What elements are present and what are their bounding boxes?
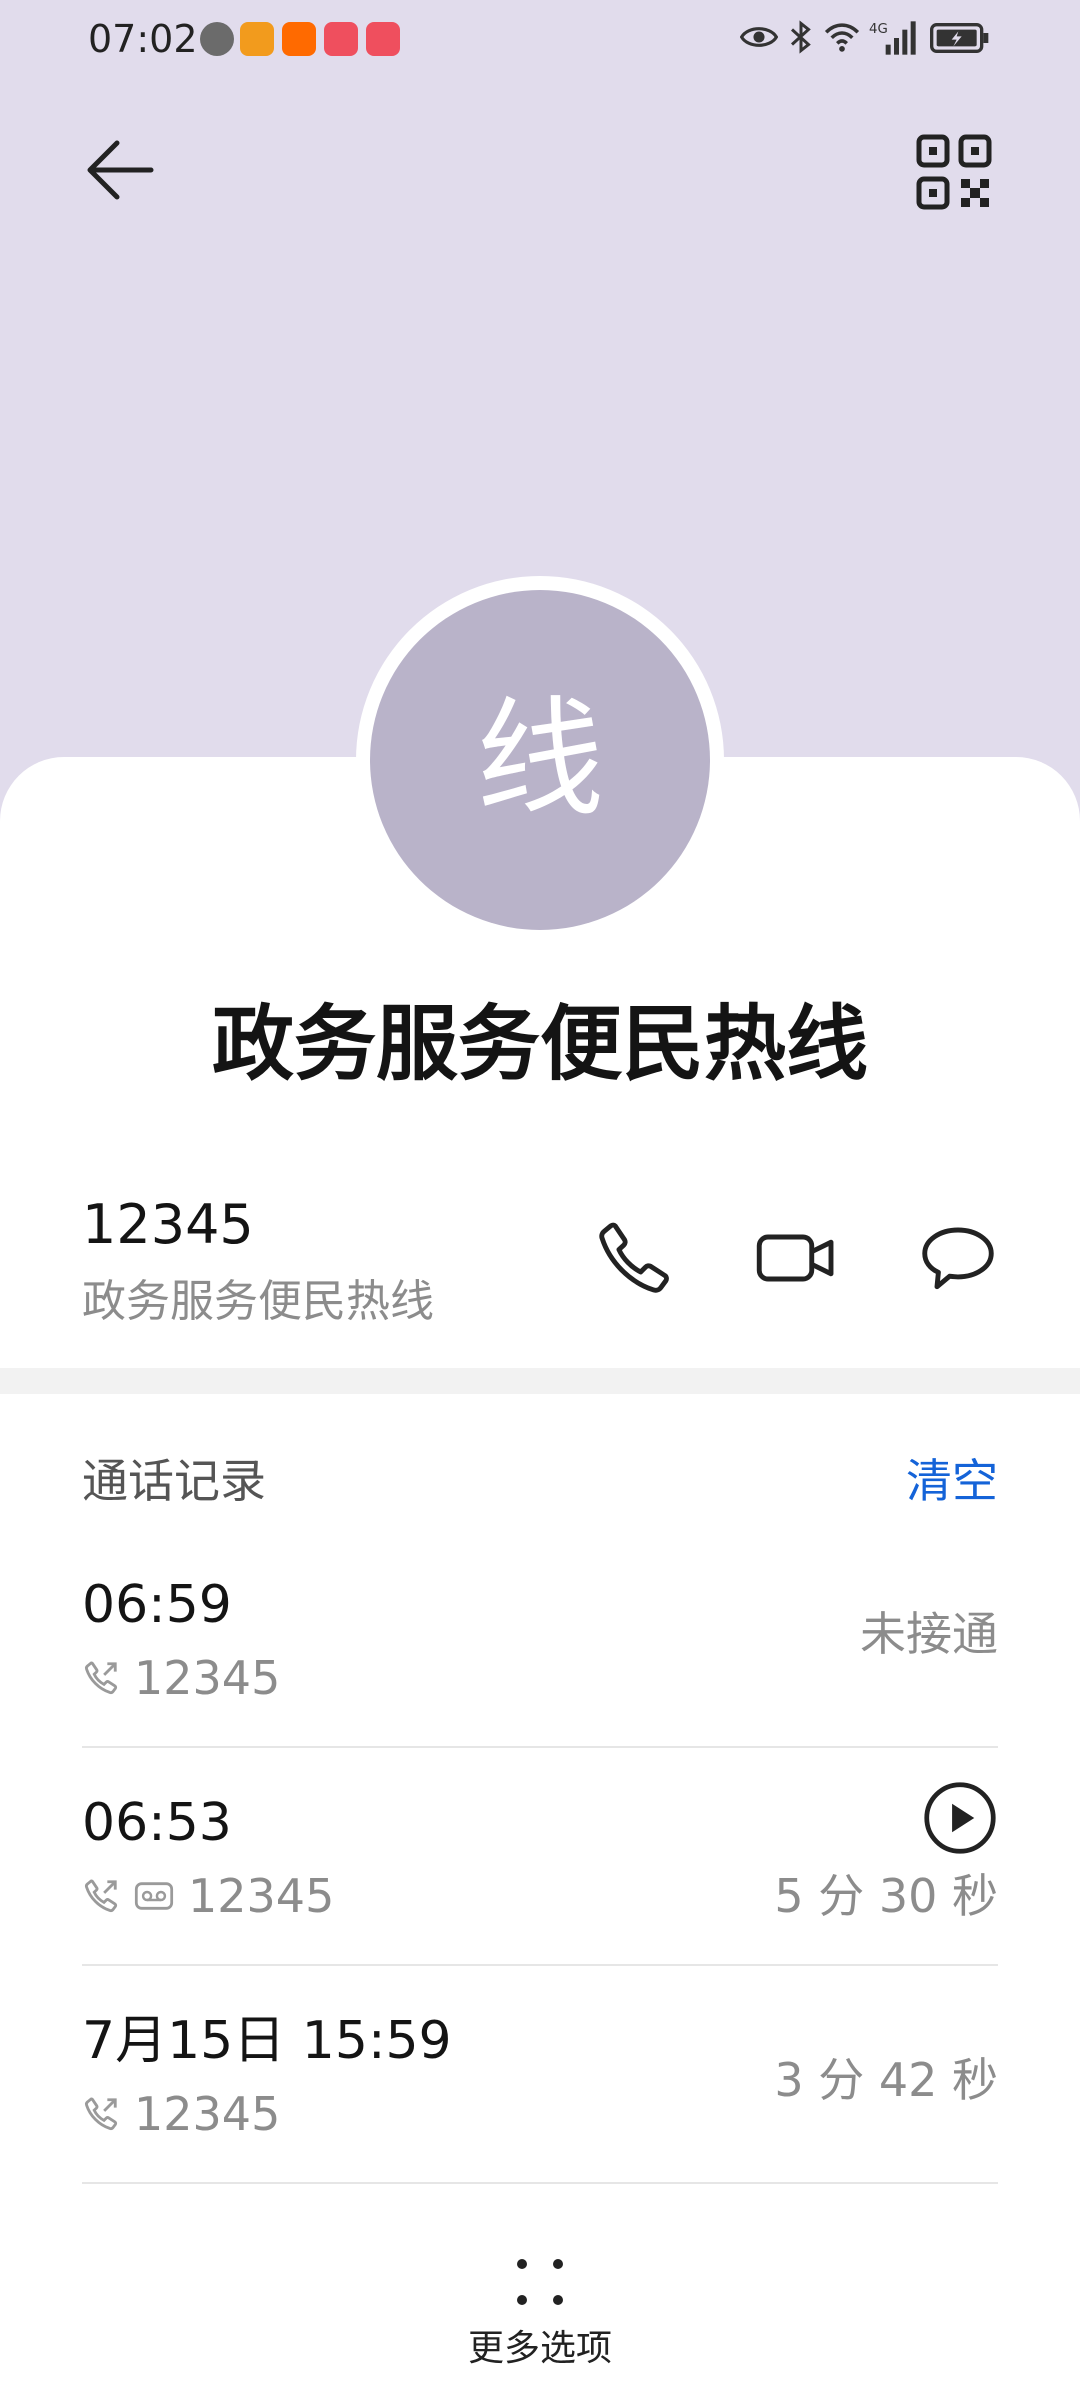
phone-number-label: 政务服务便民热线 [82, 1276, 434, 1327]
qr-code-button[interactable] [916, 134, 992, 210]
outgoing-call-icon [84, 1661, 118, 1695]
arrow-left-icon [87, 140, 154, 200]
more-options-button[interactable]: 更多选项 [440, 2240, 640, 2390]
contact-name: 政务服务便民热线 [211, 997, 868, 1092]
video-call-button[interactable] [754, 1216, 838, 1300]
four-dots-icon [517, 2259, 563, 2305]
clear-call-log-button[interactable]: 清空 [906, 1450, 998, 1512]
status-time: 07:02 [88, 17, 198, 61]
taobao-notification-icon [282, 22, 316, 56]
call-time: 06:59 [82, 1575, 232, 1635]
call-duration: 5 分 30 秒 [774, 1869, 998, 1923]
call-log-title: 通话记录 [82, 1454, 266, 1508]
call-detail: 12345 [82, 2082, 280, 2146]
call-button[interactable] [592, 1216, 676, 1300]
phone-icon [599, 1222, 669, 1293]
bluetooth-icon [790, 20, 811, 54]
call-time: 7月15日 15:59 [82, 2011, 452, 2071]
call-status: 未接通 [860, 1607, 998, 1661]
section-divider [0, 1368, 1080, 1394]
outgoing-call-icon [84, 1879, 118, 1913]
eye-icon [740, 27, 778, 47]
call-log-row[interactable]: 06:53 12345 5 分 30 秒 [82, 1748, 998, 1966]
avatar-initial: 线 [475, 685, 604, 834]
huawei-notification-icon [324, 22, 358, 56]
huawei-notification-icon [366, 22, 400, 56]
phone-number[interactable]: 12345 [82, 1190, 254, 1260]
status-bar: 07:02 4G [0, 0, 1080, 76]
more-options-label: 更多选项 [467, 2328, 612, 2369]
battery-icon [930, 23, 989, 53]
back-button[interactable] [78, 128, 162, 212]
qr-code-icon [916, 134, 992, 210]
avatar[interactable]: 线 [370, 590, 710, 930]
call-time: 06:53 [82, 1793, 232, 1853]
play-circle-icon [924, 1782, 996, 1854]
call-log-row[interactable]: 7月15日 15:59 12345 3 分 42 秒 [82, 1966, 998, 2184]
call-duration: 3 分 42 秒 [774, 2053, 998, 2107]
video-camera-icon [756, 1234, 834, 1282]
cellular-signal-icon: 4G [869, 21, 916, 55]
call-number: 12345 [134, 2087, 281, 2141]
call-number: 12345 [188, 1869, 335, 1923]
wifi-icon [824, 23, 860, 52]
call-detail: 12345 [82, 1646, 280, 1710]
call-number: 12345 [134, 1651, 281, 1705]
chat-bubble-icon [922, 1227, 994, 1290]
voicemail-icon [134, 1882, 174, 1910]
voice-notification-icon [200, 22, 234, 56]
app-notification-icon [240, 22, 274, 56]
call-log-row[interactable]: 06:59 12345 未接通 [82, 1530, 998, 1748]
outgoing-call-icon [84, 2097, 118, 2131]
play-recording-button[interactable] [922, 1780, 998, 1856]
message-button[interactable] [916, 1216, 1000, 1300]
call-detail: 12345 [82, 1864, 334, 1928]
svg-text:4G: 4G [869, 22, 888, 37]
